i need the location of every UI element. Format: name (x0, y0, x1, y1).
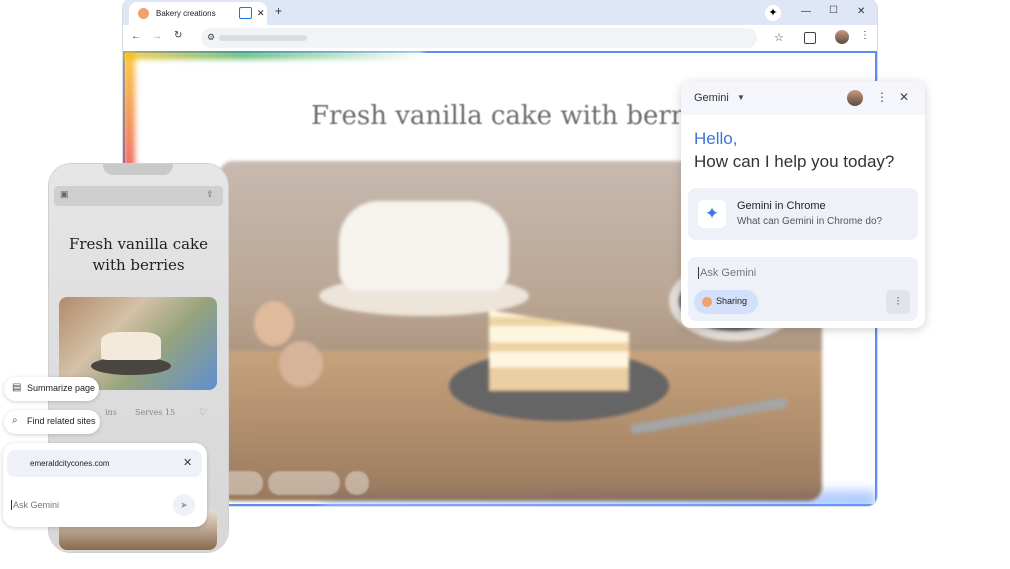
heart-icon[interactable]: ♡ (199, 407, 207, 418)
greeting-hello: Hello, (694, 129, 738, 148)
tab-close-icon[interactable]: ✕ (257, 8, 265, 19)
back-button[interactable]: ← (131, 31, 141, 42)
address-url-blurred (219, 35, 307, 41)
tab-strip: Bakery creations ✕ + ✦ — ☐ ✕ (123, 0, 877, 25)
summarize-page-label: Summarize page (27, 383, 96, 393)
site-favicon-icon (702, 297, 712, 307)
forward-button[interactable]: → (152, 31, 162, 42)
address-bar[interactable]: ⚙ ☆ (201, 28, 784, 48)
suggestion-title: Gemini in Chrome (737, 200, 826, 212)
reload-button[interactable]: ↻ (174, 30, 182, 41)
gemini-sparkle-icon[interactable]: ✦ (765, 5, 781, 21)
phone-ask-gemini-input[interactable]: Ask Gemini (11, 500, 59, 510)
phone-notch (103, 164, 173, 175)
share-icon[interactable]: ⇪ (206, 189, 214, 200)
send-icon[interactable]: ➤ (173, 494, 195, 516)
gemini-title[interactable]: Gemini (694, 92, 729, 104)
summarize-page-chip[interactable]: ▤ Summarize page (4, 377, 99, 401)
gemini-panel: Gemini ▼ ⋮ ✕ Hello, How can I help you t… (681, 81, 925, 328)
page-heading: Fresh vanilla cake with berries (311, 101, 721, 131)
sharing-chip[interactable]: Sharing (694, 290, 758, 314)
phone-recipe-title-line2: with berries (92, 256, 185, 274)
avatar[interactable] (847, 90, 863, 106)
profile-avatar[interactable] (835, 30, 849, 44)
gemini-panel-body: Hello, How can I help you today? ✦ Gemin… (681, 115, 925, 328)
phone-top-bar: ▣ ⇪ (54, 186, 223, 206)
phone-ask-gemini-box: emeraldcitycones.com ✕ Ask Gemini ➤ (3, 443, 207, 527)
close-icon[interactable]: ✕ (899, 90, 909, 104)
document-icon: ▤ (12, 382, 22, 393)
ask-gemini-placeholder: Ask Gemini (698, 267, 757, 279)
site-favicon-icon (138, 8, 149, 19)
extensions-icon[interactable] (804, 32, 816, 44)
egg (279, 341, 323, 387)
whole-cake (339, 201, 509, 291)
toolbar: ← → ↻ ⚙ ☆ ⋮ (123, 25, 877, 51)
panel-menu-icon[interactable]: ⋮ (876, 90, 888, 104)
tab-switcher-icon[interactable]: ▣ (60, 189, 69, 200)
tab-title: Bakery creations (156, 9, 216, 18)
tab-share-icon[interactable] (239, 7, 252, 19)
suggestion-subtitle: What can Gemini in Chrome do? (737, 216, 883, 227)
close-window-button[interactable]: ✕ (857, 6, 865, 17)
find-related-chip[interactable]: ⌕ Find related sites (4, 410, 100, 434)
ask-gemini-input[interactable]: Ask Gemini Sharing ⫶ (688, 257, 918, 321)
gemini-sparkle-icon: ✦ (698, 200, 726, 228)
chevron-down-icon[interactable]: ▼ (737, 93, 745, 102)
egg (254, 301, 294, 346)
find-related-label: Find related sites (27, 416, 96, 426)
voice-input-icon[interactable]: ⫶ (886, 290, 910, 314)
shared-site-label: emeraldcitycones.com (30, 459, 110, 468)
gemini-glow-top (123, 51, 423, 59)
site-info-icon[interactable]: ⚙ (207, 32, 215, 43)
sharing-label: Sharing (716, 296, 748, 306)
close-icon[interactable]: ✕ (183, 456, 192, 469)
tab-bakery-creations[interactable]: Bakery creations ✕ (129, 2, 267, 25)
bookmark-star-icon[interactable]: ☆ (774, 31, 784, 44)
phone-recipe-title-line1: Fresh vanilla cake (68, 235, 209, 253)
suggestion-card[interactable]: ✦ Gemini in Chrome What can Gemini in Ch… (688, 188, 918, 240)
new-tab-button[interactable]: + (275, 4, 282, 18)
menu-kebab-icon[interactable]: ⋮ (860, 30, 870, 41)
search-icon: ⌕ (12, 415, 18, 426)
greeting-question: How can I help you today? (694, 152, 895, 171)
minimize-button[interactable]: — (801, 6, 811, 17)
phone-meta-time: ins (105, 408, 117, 417)
phone-recipe-title: Fresh vanilla cake with berries (49, 234, 228, 276)
shared-site-chip[interactable]: emeraldcitycones.com ✕ (7, 450, 202, 477)
maximize-button[interactable]: ☐ (829, 5, 838, 16)
gemini-panel-header: Gemini ▼ ⋮ ✕ (681, 81, 925, 115)
phone-meta-serves: Serves 15 (135, 408, 176, 417)
